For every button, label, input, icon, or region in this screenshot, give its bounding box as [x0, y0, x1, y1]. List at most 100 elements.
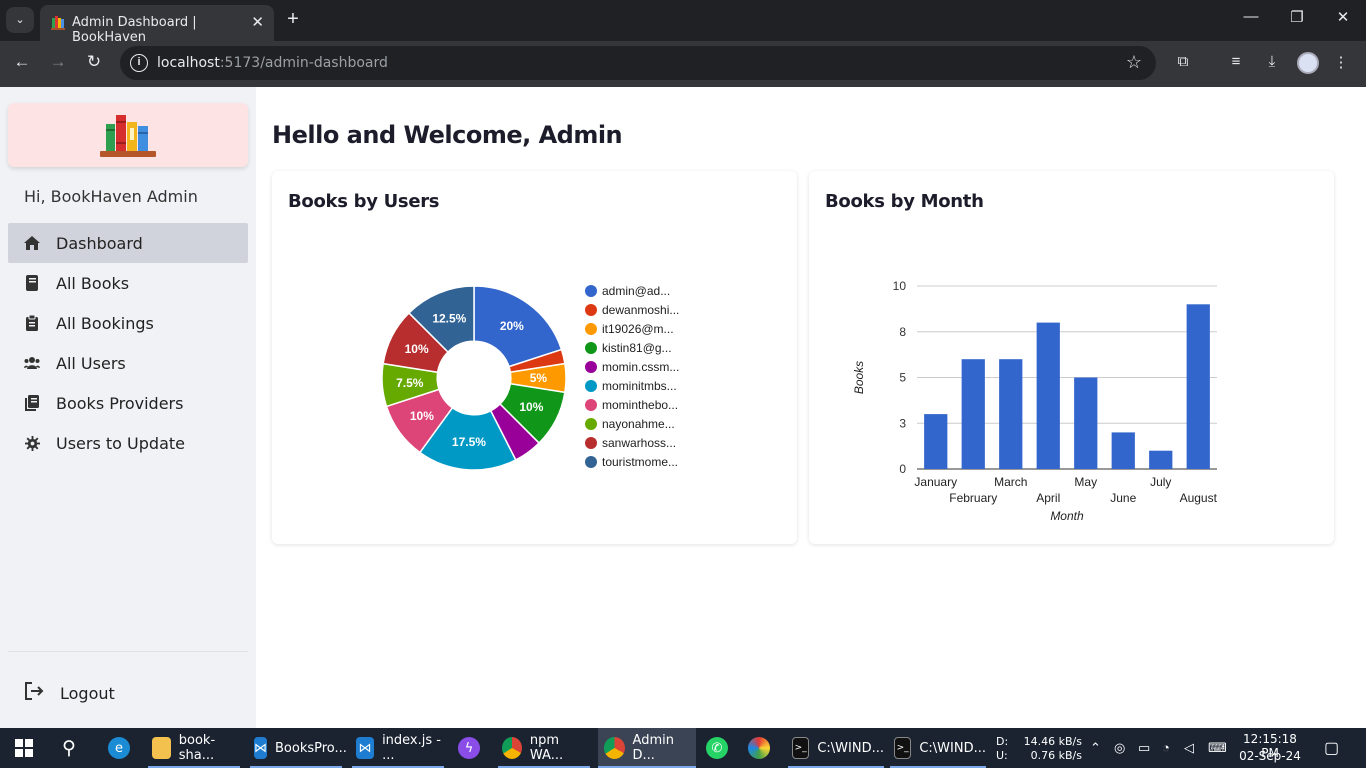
- books-by-users-pie-chart[interactable]: 20% 5% 10% 17.5% 10% 7.5% 10% 12.5% admin@ad... d…: [272, 171, 797, 544]
- profile-avatar[interactable]: [1297, 52, 1319, 74]
- taskbar-messenger[interactable]: ϟ: [458, 728, 488, 768]
- meet-now-icon[interactable]: ◎: [1114, 740, 1125, 756]
- browser-toolbar: ← → ↻ i localhost:5173/admin-dashboard ☆…: [0, 41, 1366, 87]
- clock-date[interactable]: 02-Sep-24: [1234, 749, 1306, 763]
- notifications-icon[interactable]: ▢: [1324, 738, 1339, 758]
- users-icon: [24, 355, 40, 371]
- books-by-month-bar-chart[interactable]: 0 3 5 8 10 January February March April May June Ju…: [809, 171, 1334, 544]
- forward-arrow-icon[interactable]: →: [46, 52, 70, 72]
- taskbar-colorful-app[interactable]: [748, 728, 778, 768]
- taskbar-whatsapp[interactable]: ✆: [706, 728, 736, 768]
- x-tick-label: January: [914, 475, 957, 489]
- legend-marker: [585, 380, 597, 392]
- taskbar-chrome-npm[interactable]: npm WA...: [498, 728, 590, 768]
- sidebar-item-label: All Bookings: [56, 313, 154, 333]
- pie-slice-label: 12.5%: [432, 312, 466, 326]
- y-tick-label: 5: [899, 371, 906, 385]
- taskbar-edge[interactable]: e: [108, 728, 138, 768]
- new-tab-button[interactable]: +: [282, 8, 304, 31]
- browser-menu-icon[interactable]: ⋮: [1330, 53, 1352, 71]
- tab-close-icon[interactable]: ✕: [251, 13, 264, 31]
- taskbar-app-label: C:\WIND...: [817, 740, 884, 756]
- keyboard-icon[interactable]: ⌨: [1208, 740, 1227, 756]
- sidebar-item-dashboard[interactable]: Dashboard: [8, 223, 248, 263]
- taskbar-app-label: book-sha...: [178, 733, 216, 763]
- y-tick-label: 8: [899, 325, 906, 339]
- url-host: localhost: [157, 55, 220, 71]
- sidebar-item-label: Dashboard: [56, 233, 143, 253]
- wifi-icon[interactable]: ◔: [1162, 740, 1170, 755]
- sidebar-item-all-users[interactable]: All Users: [8, 343, 248, 383]
- book-icon: [24, 275, 40, 291]
- net-drive-u: U:: [996, 749, 1008, 762]
- x-tick-label: June: [1110, 491, 1136, 505]
- reload-icon[interactable]: ↻: [82, 52, 106, 72]
- main-content: Hello and Welcome, Admin Books by Users …: [256, 87, 1366, 728]
- taskbar-app-label: BooksPro...: [275, 740, 347, 756]
- taskbar-app-label: npm WA...: [529, 733, 564, 763]
- legend-marker: [585, 342, 597, 354]
- admin-greeting: Hi, BookHaven Admin: [24, 187, 198, 206]
- y-axis-label: Books: [852, 361, 866, 394]
- sidebar-item-books-providers[interactable]: Books Providers: [8, 383, 248, 423]
- bar: [1111, 432, 1135, 469]
- back-arrow-icon[interactable]: ←: [10, 52, 34, 72]
- pie-slice-label: 17.5%: [452, 435, 486, 449]
- taskbar-explorer[interactable]: book-sha...: [148, 728, 240, 768]
- bar: [1074, 377, 1098, 469]
- legend-label: kistin81@g...: [602, 341, 672, 355]
- logout-button[interactable]: Logout: [24, 681, 115, 706]
- bookhaven-favicon-icon: [51, 16, 65, 30]
- sidebar-item-all-books[interactable]: All Books: [8, 263, 248, 303]
- logout-label: Logout: [60, 684, 115, 703]
- taskbar-cmd-2[interactable]: >_ C:\WIND...: [890, 728, 986, 768]
- book-stack-icon: [24, 395, 40, 411]
- sidebar: Hi, BookHaven Admin Dashboard All Books …: [0, 87, 256, 728]
- legend-marker: [585, 361, 597, 373]
- home-icon: [24, 235, 40, 251]
- folder-icon: [152, 737, 171, 759]
- sidebar-item-users-to-update[interactable]: Users to Update: [8, 423, 248, 463]
- bar: [1186, 304, 1210, 469]
- legend-marker: [585, 456, 597, 468]
- tab-search-button[interactable]: ⌄: [6, 7, 34, 33]
- sidebar-item-label: All Books: [56, 273, 130, 293]
- legend-label: admin@ad...: [602, 284, 670, 298]
- y-tick-label: 10: [893, 279, 907, 293]
- browser-tab[interactable]: Admin Dashboard | BookHaven ✕: [40, 5, 274, 45]
- media-control-icon[interactable]: ≡: [1225, 53, 1247, 70]
- minimize-icon[interactable]: —: [1236, 8, 1266, 25]
- extensions-icon[interactable]: ⧉: [1172, 53, 1194, 70]
- bookmark-star-icon[interactable]: ☆: [1126, 52, 1142, 73]
- pie-slice-label: 10%: [519, 400, 543, 414]
- x-tick-label: March: [994, 475, 1027, 489]
- legend-marker: [585, 304, 597, 316]
- legend-label: touristmome...: [602, 455, 678, 469]
- taskbar-app-label: Admin D...: [632, 733, 674, 763]
- volume-icon[interactable]: ◁: [1184, 740, 1194, 756]
- site-info-icon[interactable]: i: [130, 54, 148, 72]
- close-window-icon[interactable]: ✕: [1328, 8, 1358, 26]
- chevron-up-icon[interactable]: ⌃: [1090, 740, 1101, 756]
- download-icon[interactable]: ⤓: [1261, 53, 1283, 70]
- taskbar-cmd-1[interactable]: >_ C:\WIND...: [788, 728, 884, 768]
- chrome-icon: [502, 737, 522, 759]
- restore-icon[interactable]: ❐: [1282, 8, 1312, 26]
- sidebar-item-label: All Users: [56, 353, 126, 373]
- x-tick-label: August: [1180, 491, 1218, 505]
- taskbar-vscode-1[interactable]: ⋈ BooksPro...: [250, 728, 347, 768]
- battery-icon[interactable]: ▭: [1138, 740, 1150, 756]
- books-by-users-card: Books by Users 20% 5% 10% 17.5% 10% 7.5% 10% 12…: [272, 171, 797, 544]
- terminal-icon: >_: [894, 737, 912, 759]
- url-text[interactable]: localhost:5173/admin-dashboard: [157, 55, 388, 71]
- logo-card[interactable]: [8, 103, 248, 167]
- x-tick-label: May: [1074, 475, 1097, 489]
- address-bar[interactable]: i localhost:5173/admin-dashboard ☆: [120, 46, 1156, 80]
- search-icon[interactable]: ⚲: [62, 737, 76, 760]
- windows-start-icon[interactable]: [15, 739, 33, 760]
- taskbar-vscode-2[interactable]: ⋈ index.js - ...: [352, 728, 444, 768]
- legend-marker: [585, 437, 597, 449]
- taskbar-chrome-admin[interactable]: Admin D...: [598, 728, 696, 768]
- sidebar-item-all-bookings[interactable]: All Bookings: [8, 303, 248, 343]
- taskbar-app-label: C:\WIND...: [919, 740, 986, 756]
